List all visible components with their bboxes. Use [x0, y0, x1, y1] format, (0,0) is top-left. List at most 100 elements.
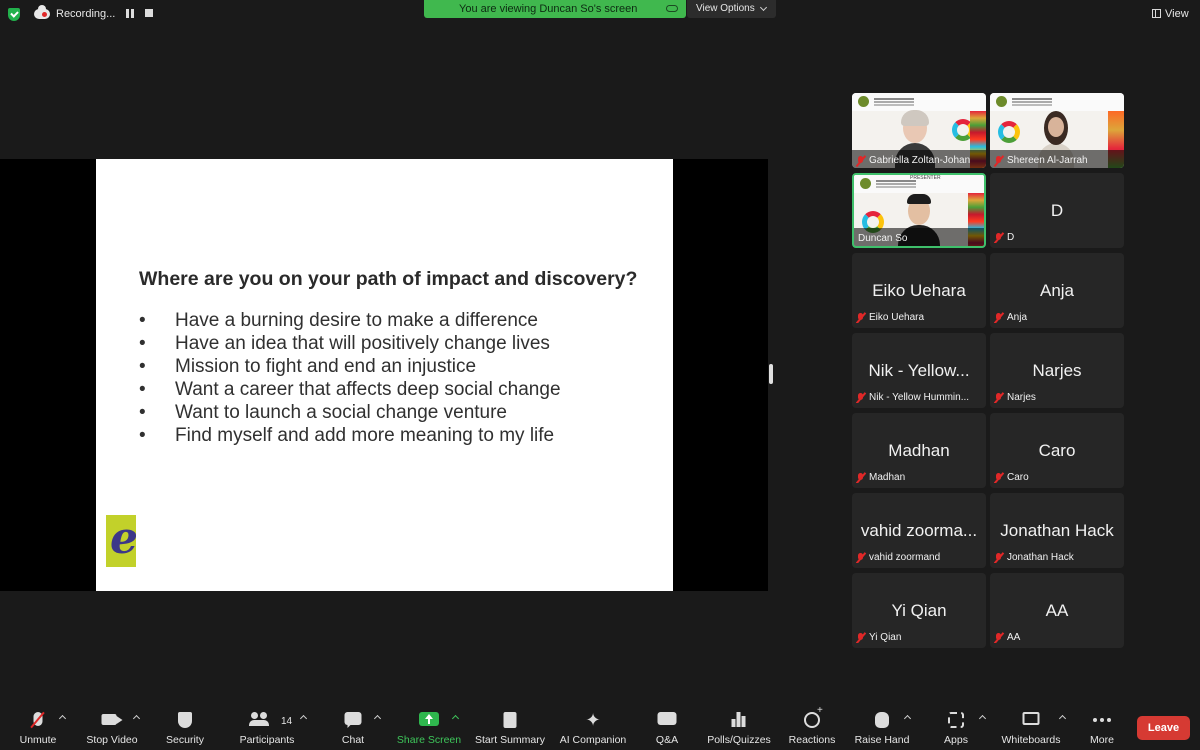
participant-name: Jonathan Hack	[1007, 552, 1074, 563]
presenter-badge: PRESENTER	[910, 175, 941, 181]
participant-name-bar: Jonathan Hack	[994, 549, 1120, 563]
participant-display-name: vahid zoorma...	[860, 521, 978, 540]
participant-name: D	[1007, 232, 1015, 243]
polls-quizzes-button[interactable]: Polls/Quizzes	[704, 704, 774, 750]
view-button[interactable]: View	[1146, 6, 1194, 22]
security-shield-icon	[178, 712, 192, 728]
slide-logo: e	[106, 515, 136, 567]
slide-bullet-list: Have a burning desire to make a differen…	[139, 310, 561, 448]
whiteboards-label: Whiteboards	[1001, 734, 1061, 746]
participant-display-name: Jonathan Hack	[1000, 521, 1114, 540]
stop-video-label: Stop Video	[86, 734, 138, 746]
slide-bullet: Want a career that affects deep social c…	[139, 379, 561, 402]
qa-button[interactable]: Q&A	[646, 704, 688, 750]
participant-tile[interactable]: vahid zoorma... vahid zoormand	[852, 493, 986, 568]
chat-bubble-icon	[344, 712, 362, 728]
stop-video-button[interactable]: Stop Video	[80, 704, 144, 750]
chat-label: Chat	[341, 734, 365, 746]
slide-bullet: Mission to fight and end an injustice	[139, 356, 561, 379]
participant-tile[interactable]: Jonathan Hack Jonathan Hack	[990, 493, 1124, 568]
panel-resize-handle[interactable]	[769, 364, 773, 384]
ai-companion-button[interactable]: ✦ AI Companion	[556, 704, 630, 750]
security-button[interactable]: Security	[158, 704, 212, 750]
participant-tile[interactable]: Shereen Al-Jarrah	[990, 93, 1124, 168]
share-screen-button[interactable]: Share Screen	[394, 704, 464, 750]
viewing-screen-text: You are viewing Duncan So's screen	[459, 3, 638, 15]
ai-companion-label: AI Companion	[559, 734, 627, 746]
whiteboards-button[interactable]: Whiteboards	[998, 704, 1064, 750]
share-screen-label: Share Screen	[396, 734, 462, 746]
unmute-button[interactable]: Unmute	[10, 704, 66, 750]
participants-icon	[249, 712, 269, 726]
participant-name: Yi Qian	[869, 632, 902, 643]
more-button[interactable]: More	[1082, 704, 1122, 750]
ai-sparkle-icon: ✦	[585, 710, 601, 730]
stop-recording-button[interactable]	[145, 9, 153, 17]
start-summary-label: Start Summary	[474, 734, 545, 746]
participant-name: Madhan	[869, 472, 906, 483]
participant-name-bar: Shereen Al-Jarrah	[990, 150, 1124, 168]
reactions-button[interactable]: Reactions	[786, 704, 838, 750]
slide-bullet: Find myself and add more meaning to my l…	[139, 425, 561, 448]
mic-muted-icon	[994, 312, 1003, 323]
participant-tile[interactable]: Madhan Madhan	[852, 413, 986, 488]
view-options-button[interactable]: View Options	[687, 0, 776, 18]
participant-name-bar: Anja	[994, 309, 1120, 323]
view-label: View	[1165, 8, 1189, 20]
participants-button[interactable]: Participants	[234, 704, 300, 750]
participant-display-name: Eiko Uehara	[872, 281, 966, 300]
participant-display-name: D	[1050, 201, 1064, 220]
mic-muted-icon	[994, 552, 1003, 563]
apps-icon	[948, 712, 964, 728]
presentation-slide: Where are you on your path of impact and…	[96, 159, 673, 591]
mic-muted-icon	[994, 472, 1003, 483]
mic-muted-icon	[994, 632, 1003, 643]
participant-tile[interactable]: AA AA	[990, 573, 1124, 648]
qa-bubbles-icon	[657, 712, 677, 725]
participant-name-bar: Nik - Yellow Hummin...	[856, 389, 982, 403]
whiteboard-icon	[1022, 712, 1040, 725]
polls-quizzes-label: Polls/Quizzes	[707, 734, 771, 746]
participant-tile[interactable]: Nik - Yellow... Nik - Yellow Hummin...	[852, 333, 986, 408]
security-label: Security	[166, 734, 204, 746]
participant-name-bar: AA	[994, 629, 1120, 643]
start-summary-button[interactable]: Start Summary	[472, 704, 548, 750]
zoom-meeting-window: Recording... You are viewing Duncan So's…	[0, 0, 1200, 750]
slide-title: Where are you on your path of impact and…	[139, 268, 638, 290]
participant-name: Gabriella Zoltan-Johan	[869, 155, 971, 167]
top-bar: Recording... You are viewing Duncan So's…	[0, 0, 1200, 28]
raise-hand-icon	[875, 712, 889, 728]
logo-letter: e	[110, 515, 136, 564]
mic-muted-icon	[856, 472, 865, 483]
polls-bar-chart-icon	[731, 712, 747, 727]
participant-tile[interactable]: D D	[990, 173, 1124, 248]
apps-button[interactable]: Apps	[936, 704, 976, 750]
participant-tile[interactable]: Gabriella Zoltan-Johan	[852, 93, 986, 168]
pause-recording-button[interactable]	[126, 9, 134, 18]
participant-display-name: Narjes	[1032, 361, 1082, 380]
participant-tile[interactable]: Narjes Narjes	[990, 333, 1124, 408]
participant-display-name: Yi Qian	[891, 601, 947, 620]
recording-label: Recording...	[56, 8, 116, 20]
chat-button[interactable]: Chat	[330, 704, 376, 750]
recording-dot-icon	[42, 12, 47, 17]
participant-tile[interactable]: Anja Anja	[990, 253, 1124, 328]
mic-muted-icon	[856, 392, 865, 403]
more-dots-icon	[1093, 718, 1111, 722]
view-layout-icon	[1152, 9, 1161, 18]
participant-tile[interactable]: Yi Qian Yi Qian	[852, 573, 986, 648]
participant-tile-active-speaker[interactable]: PRESENTER Duncan So	[852, 173, 986, 248]
participant-tile[interactable]: Eiko Uehara Eiko Uehara	[852, 253, 986, 328]
participant-name-bar: vahid zoormand	[856, 549, 982, 563]
raise-hand-button[interactable]: Raise Hand	[852, 704, 912, 750]
participant-tile[interactable]: Caro Caro	[990, 413, 1124, 488]
participant-name-bar: Caro	[994, 469, 1120, 483]
participant-display-name: Anja	[1039, 281, 1075, 300]
encryption-shield-icon[interactable]	[8, 8, 20, 21]
slide-bullet: Want to launch a social change venture	[139, 402, 561, 425]
leave-button[interactable]: Leave	[1137, 716, 1190, 740]
participant-name: Duncan So	[858, 233, 908, 245]
raise-hand-label: Raise Hand	[854, 734, 910, 746]
apps-label: Apps	[944, 734, 968, 746]
mic-muted-icon	[856, 155, 865, 167]
